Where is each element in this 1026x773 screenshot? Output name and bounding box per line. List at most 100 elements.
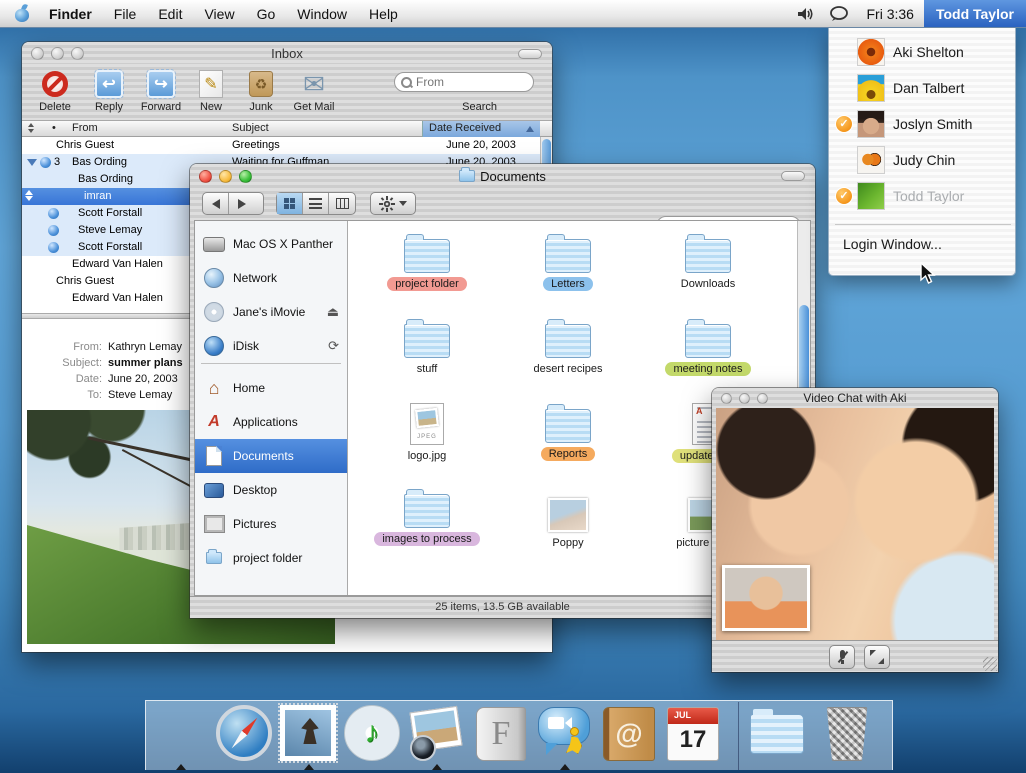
menu-help[interactable]: Help [358,6,409,22]
dock-item-address-book[interactable]: @ [600,705,658,763]
delete-button[interactable]: Delete [30,69,80,113]
finder-item[interactable]: Reports [503,409,633,462]
sync-icon[interactable]: ⟳ [328,338,339,354]
menu-file[interactable]: File [103,6,148,22]
dock-item-finder[interactable] [152,705,210,763]
user-switch-menu-title[interactable]: Todd Taylor [924,0,1026,27]
eject-icon[interactable]: ⏏ [327,304,339,320]
sidebar-item-idisk[interactable]: iDisk ⟳ [195,329,347,363]
list-view-button[interactable] [303,193,329,214]
unread-column-header[interactable]: • [52,122,56,134]
folder-icon[interactable] [685,324,731,358]
resize-grip[interactable] [983,657,997,671]
finder-item-label[interactable]: images to process [374,532,479,546]
dock-item-trash[interactable] [818,705,876,763]
local-video-preview[interactable] [722,565,810,631]
mail-titlebar[interactable]: Inbox [22,42,552,64]
mute-microphone-button[interactable] [829,645,855,669]
toolbar-pill-button[interactable] [781,171,805,181]
menu-item-user[interactable]: Dan Talbert [829,70,1015,106]
menu-window[interactable]: Window [286,6,358,22]
action-menu-button[interactable] [370,192,416,215]
finder-item[interactable]: Downloads [643,239,773,292]
subject-column-header[interactable]: Subject [232,122,269,134]
dock-item-itunes[interactable]: ♪ [344,705,402,763]
icon-view-button[interactable] [277,193,303,214]
menu-item-user[interactable]: ✓ Joslyn Smith [829,106,1015,142]
dock-item-documents-folder[interactable] [748,705,806,763]
sidebar-item-applications[interactable]: A Applications [195,405,347,439]
sidebar-item-pictures[interactable]: Pictures [195,507,347,541]
view-mode-buttons[interactable] [276,192,356,215]
junk-button[interactable]: ♻ Junk [236,69,286,113]
folder-icon[interactable] [545,239,591,273]
finder-item[interactable]: desert recipes [503,324,633,377]
forward-button[interactable] [229,193,255,214]
menu-edit[interactable]: Edit [147,6,193,22]
dock-item-font-book[interactable]: F [472,705,530,763]
sort-column-icon[interactable] [28,123,34,133]
disclosure-triangle-icon[interactable] [27,159,37,166]
sidebar-item-network[interactable]: Network [195,261,347,295]
finder-item-label[interactable]: Letters [543,277,593,291]
dock-item-safari[interactable] [216,705,274,763]
sidebar-item-home[interactable]: ⌂ Home [195,371,347,405]
finder-item-label[interactable]: meeting notes [665,362,750,376]
finder-item-label[interactable]: Downloads [673,277,743,291]
finder-item-label[interactable]: logo.jpg [400,449,455,463]
toolbar-pill-button[interactable] [518,49,542,59]
menu-item-user[interactable]: Judy Chin [829,142,1015,178]
folder-icon[interactable] [545,324,591,358]
finder-item-label[interactable]: stuff [409,362,446,376]
sidebar-item-documents[interactable]: Documents [195,439,347,473]
jpeg-file-icon[interactable]: JPEG [410,403,444,445]
reply-button[interactable]: ↩ Reply [84,69,134,113]
folder-icon[interactable] [404,494,450,528]
finder-item[interactable]: meeting notes [643,324,773,377]
volume-icon[interactable] [797,6,815,22]
sidebar-item-imovie-disc[interactable]: Jane's iMovie ⏏ [195,295,347,329]
sidebar-item-project-folder[interactable]: project folder [195,541,347,575]
mail-search-input[interactable] [414,74,527,90]
mail-row[interactable]: Chris Guest Greetings June 20, 2003 [22,137,540,154]
finder-item[interactable]: stuff [362,324,492,377]
folder-icon[interactable] [404,239,450,273]
photo-file-icon[interactable] [548,498,588,532]
forward-button[interactable]: ↪ Forward [136,69,186,113]
finder-titlebar[interactable]: Documents [190,164,815,188]
back-forward-buttons[interactable] [202,192,264,215]
folder-icon[interactable] [404,324,450,358]
dock-item-mail[interactable] [280,705,338,763]
sidebar-item-macosx[interactable]: Mac OS X Panther [195,227,347,261]
menu-item-user[interactable]: Aki Shelton [829,34,1015,70]
back-button[interactable] [203,193,229,214]
menu-go[interactable]: Go [246,6,287,22]
folder-icon[interactable] [685,239,731,273]
finder-item-label[interactable]: project folder [387,277,467,291]
finder-item[interactable]: Letters [503,239,633,292]
fullscreen-button[interactable] [864,645,890,669]
get-mail-button[interactable]: ✉ Get Mail [284,69,344,113]
menu-item-login-window[interactable]: Login Window... [843,236,942,252]
sidebar-item-desktop[interactable]: Desktop [195,473,347,507]
dock-item-iphoto[interactable] [408,705,466,763]
from-column-header[interactable]: From [72,122,98,134]
video-chat-window[interactable]: Video Chat with Aki [712,388,998,672]
menu-finder[interactable]: Finder [38,6,103,22]
finder-item[interactable]: images to process [362,494,492,547]
menu-view[interactable]: View [193,6,245,22]
finder-item[interactable]: JPEG logo.jpg [362,403,492,464]
finder-item[interactable]: Poppy [503,498,633,551]
apple-menu-icon[interactable] [14,5,30,22]
dock-item-ical[interactable]: JUL 17 [664,705,722,763]
finder-item[interactable]: project folder [362,239,492,292]
menu-bar-clock[interactable]: Fri 3:36 [856,6,923,22]
finder-item-label[interactable]: Reports [541,447,596,461]
finder-item-label[interactable]: desert recipes [525,362,610,376]
finder-item-label[interactable]: Poppy [544,536,591,550]
ichat-status-icon[interactable] [829,6,849,22]
folder-icon[interactable] [545,409,591,443]
mail-search-field[interactable] [394,72,534,92]
dock-item-ichat[interactable] [536,705,594,763]
video-chat-titlebar[interactable]: Video Chat with Aki [712,388,998,408]
